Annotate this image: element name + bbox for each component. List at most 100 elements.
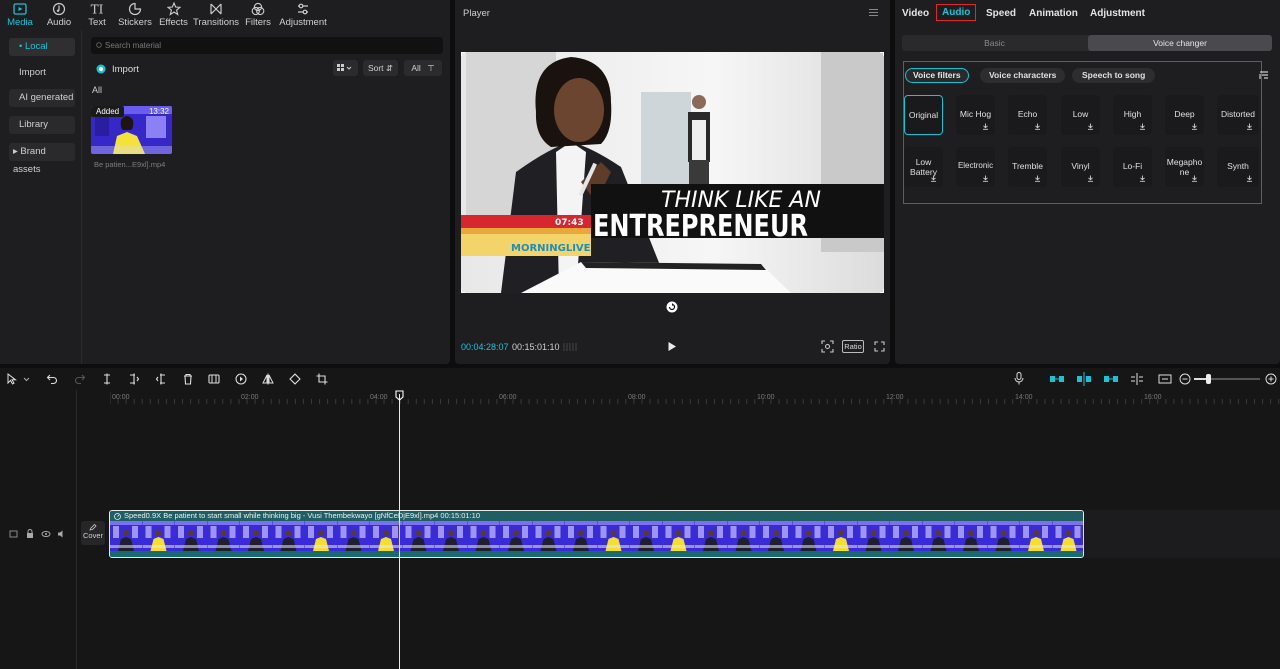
overlay-clock: 07:43 [555,218,584,228]
voice-filter-deep[interactable]: Deep [1165,95,1204,135]
subtab-basic[interactable]: Basic [902,35,1087,51]
rotate-handle-icon[interactable] [666,301,678,313]
video-clip[interactable]: Speed0.9X Be patient to start small whil… [109,510,1084,558]
tab-adjustment-properties[interactable]: Adjustment [1090,7,1145,21]
play-icon[interactable] [667,341,677,352]
mirror-icon[interactable] [262,373,274,385]
crop-corner-tr[interactable] [880,52,884,56]
search-icon [96,42,102,48]
zoom-slider-handle[interactable] [1206,374,1211,384]
voice-filter-tremble[interactable]: Tremble [1008,147,1047,187]
cover-button[interactable]: Cover [81,521,105,545]
tab-filters[interactable]: Filters [239,0,277,30]
tick-5: 10:00 [757,394,775,401]
nav-import[interactable]: Import [9,64,75,82]
select-tool-icon[interactable] [6,373,32,385]
voice-filter-high[interactable]: High [1113,95,1152,135]
main-track-magnet-icon[interactable] [1049,373,1065,385]
nav-brand-assets[interactable]: ▸ Brand assets [9,143,75,175]
split-right-icon[interactable] [155,373,167,385]
playhead-handle-icon[interactable] [395,390,404,401]
filter-tab-voice-characters[interactable]: Voice characters [980,68,1066,83]
voice-filter-distorted[interactable]: Distorted [1217,95,1259,135]
tab-adjustment[interactable]: Adjustment [277,0,329,30]
zoom-in-icon[interactable] [1265,373,1277,385]
microphone-icon[interactable] [1014,372,1024,385]
crop-corner-tl[interactable] [461,52,465,56]
filter-tab-voice-filters[interactable]: Voice filters [905,68,969,83]
player-menu-icon[interactable] [868,8,879,17]
auto-snap-icon[interactable] [1076,372,1092,386]
overlay-line2: ENTREPRENEUR [593,209,808,244]
tick-3: 06:00 [499,394,517,401]
split-icon[interactable] [101,373,113,385]
tab-speed[interactable]: Speed [986,7,1016,21]
delete-icon[interactable] [182,373,194,385]
tab-video[interactable]: Video [902,7,929,21]
clip-speed-icon [114,513,121,520]
nav-local[interactable]: • Local [9,38,75,56]
tab-audio[interactable]: Audio [40,0,78,30]
download-icon [983,175,988,182]
video-preview[interactable]: THINK LIKE AN ENTREPRENEUR 07:43 MORNING… [461,52,884,293]
sort-icon: ⇵ [385,63,394,73]
voice-filter-mic-hog[interactable]: Mic Hog [956,95,995,135]
tab-media[interactable]: Media [0,0,40,30]
voice-filter-lo-fi[interactable]: Lo-Fi [1113,147,1152,187]
tab-transitions[interactable]: Transitions [193,0,239,30]
subtab-bar: Basic Voice changer [902,35,1272,51]
left-nav: • Local Import AI generated Library ▸ Br… [0,30,82,364]
filter-tab-speech-to-song[interactable]: Speech to song [1072,68,1156,83]
tab-text[interactable]: TI Text [78,0,116,30]
voice-filter-vinyl[interactable]: Vinyl [1061,147,1100,187]
crop-corner-br[interactable] [880,289,884,293]
tab-stickers[interactable]: Stickers [116,0,154,30]
import-button[interactable]: Import [96,63,139,75]
media-clip-thumbnail[interactable]: Added 13:32 [91,106,172,154]
zoom-out-icon[interactable] [1179,373,1191,385]
tab-audio-properties[interactable]: Audio [936,4,977,21]
tab-effects[interactable]: Effects [154,0,193,30]
linkage-icon[interactable] [1103,373,1119,385]
timeline: 00:00 02:00 04:00 06:00 08:00 10:00 12:0… [0,390,1280,669]
effects-icon [166,2,181,16]
clip-filmstrip [110,521,1083,551]
sort-button[interactable]: Sort ⇵ [363,60,398,76]
nav-library[interactable]: Library [9,116,75,134]
voice-filter-megaphone[interactable]: Megaphone [1165,147,1204,187]
search-input[interactable]: Search material [91,37,443,54]
voice-filter-low-battery[interactable]: Low Battery [904,147,943,187]
filter-icon: ⊤ [427,63,435,73]
voice-filter-synth[interactable]: Synth [1217,147,1259,187]
caption-icon[interactable] [1158,373,1172,385]
freeze-icon[interactable] [208,373,220,385]
crop-corner-bl[interactable] [461,289,465,293]
crop-icon[interactable] [316,373,328,385]
playhead[interactable] [399,394,400,669]
player-title: Player [463,8,490,19]
download-icon [1035,175,1040,182]
view-grid-button[interactable] [333,60,358,76]
tick-6: 12:00 [886,394,904,401]
filter-settings-icon[interactable] [1259,70,1269,80]
expand-icon[interactable] [874,341,885,352]
ratio-button[interactable]: Ratio [842,340,864,353]
split-left-icon[interactable] [128,373,140,385]
subtab-voice-changer[interactable]: Voice changer [1088,35,1272,51]
redo-icon[interactable] [74,373,86,385]
rotate-icon[interactable] [289,373,301,385]
filter-all-button[interactable]: All ⊤ [404,60,442,76]
download-icon [1035,123,1040,130]
voice-filter-echo[interactable]: Echo [1008,95,1047,135]
fullscreen-crop-icon[interactable] [821,340,834,353]
reverse-icon[interactable] [235,373,247,385]
undo-icon[interactable] [46,373,58,385]
voice-filter-low[interactable]: Low [1061,95,1100,135]
voice-filter-electronic[interactable]: Electronic [956,147,995,187]
time-ruler[interactable] [110,390,1280,404]
download-icon [1088,123,1093,130]
nav-ai-generated[interactable]: AI generated [9,89,75,107]
tab-animation[interactable]: Animation [1029,7,1078,21]
voice-filter-original[interactable]: Original [904,95,943,135]
preview-axis-icon[interactable] [1130,373,1144,385]
